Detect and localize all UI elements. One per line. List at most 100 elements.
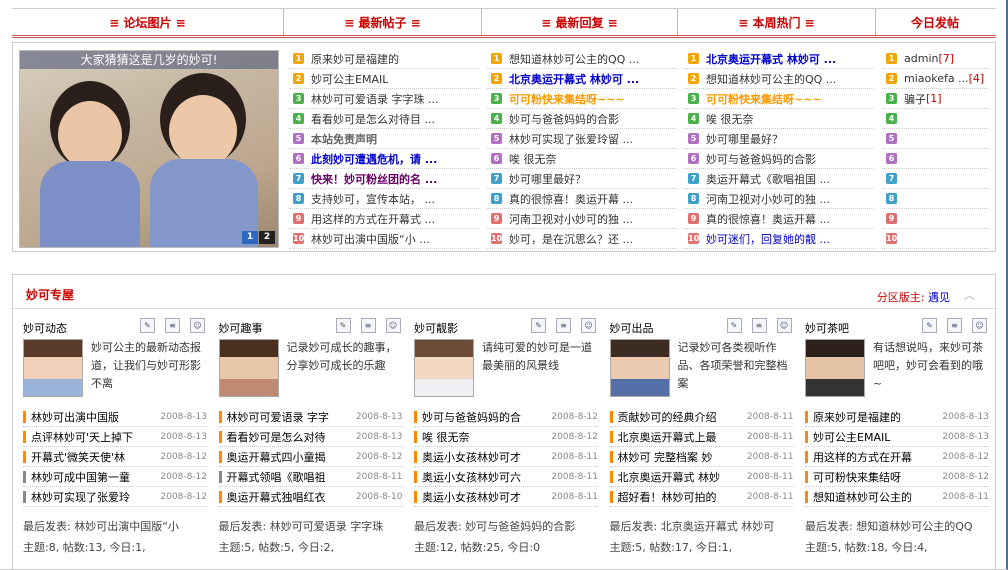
list-item-title[interactable]: 真的很惊喜！奥运开幕 ... [706,211,830,227]
list-item[interactable]: 7 快来！妙可粉丝团的名 ... [289,169,479,189]
list-item-title[interactable]: 唉 很无奈 [509,151,557,167]
thread-title[interactable]: 奥运小女孩林妙可六 [422,469,547,485]
thread-title[interactable]: 妙可公主EMAIL [813,429,938,445]
list-item-title[interactable]: 支持妙可，宣传本站， ... [311,191,435,207]
forum-thumbnail[interactable] [805,339,865,397]
tab-latest-posts[interactable]: ≡ 最新帖子 ≡ [284,9,482,35]
list-item[interactable]: 9 河南卫视对小妙可的独 ... [487,209,677,229]
list-item-title[interactable]: 妙可与爸爸妈妈的合影 [706,151,816,167]
thread-row[interactable]: 开幕式领唱《歌唱祖 2008-8-11 [218,467,403,487]
thread-title[interactable]: 奥运开幕式独唱红衣 [227,489,352,505]
thread-title[interactable]: 林妙可成中国第一童 [31,469,156,485]
forum-name[interactable]: 妙可动态 [23,320,67,336]
list-item-title[interactable]: 想知道林妙可公主的QQ ... [509,51,639,67]
thread-row[interactable]: 唉 很无奈 2008-8-12 [414,427,598,447]
thread-title[interactable]: 林妙可可爱语录 字字 [227,409,352,425]
thread-row[interactable]: 可可粉快来集结呀 2008-8-12 [805,467,989,487]
list-item[interactable]: 9 真的很惊喜！奥运开幕 ... [684,209,874,229]
pager-button-2[interactable]: 2 [259,231,275,244]
thread-row[interactable]: 贡献妙可的经典介绍 2008-8-11 [609,407,794,427]
thread-title[interactable]: 开幕式领唱《歌唱祖 [227,469,352,485]
list-item[interactable]: 1 北京奥运开幕式 林妙可 ... [684,49,874,69]
list-item-title[interactable]: 真的很惊喜！奥运开幕 ... [509,191,633,207]
rss-icon[interactable]: ≡ [360,318,376,333]
list-item[interactable]: 4 妙可与爸爸妈妈的合影 [487,109,677,129]
thread-title[interactable]: 超好看！林妙可拍的 [618,489,743,505]
thread-title[interactable]: 用这样的方式在开幕 [813,449,938,465]
list-item-title[interactable]: 看看妙可是怎么对待目 ... [311,111,435,127]
user-icon[interactable]: ☺ [972,318,987,333]
list-item-title[interactable]: 想知道林妙可公主的QQ ... [706,71,836,87]
list-item[interactable]: 9 用这样的方式在开幕式 ... [289,209,479,229]
list-item[interactable]: 10 林妙可出演中国版“小 ... [289,229,479,249]
forum-name[interactable]: 妙可趣事 [219,320,263,336]
forum-thumbnail[interactable] [23,339,83,397]
user-icon[interactable]: ☺ [776,318,792,333]
list-item[interactable]: 3 林妙可可爱语录 字字珠 ... [289,89,479,109]
list-item[interactable]: 6 妙可与爸爸妈妈的合影 [684,149,874,169]
list-item-title[interactable]: 用这样的方式在开幕式 ... [311,211,435,227]
chevron-up-icon[interactable]: ︿ [964,287,975,303]
user-icon[interactable]: ☺ [581,318,596,333]
thread-row[interactable]: 看看妙可是怎么对待 2008-8-13 [218,427,403,447]
thread-title[interactable]: 开幕式'微笑天使'林 [31,449,156,465]
list-item[interactable]: 7 妙可哪里最好？ [487,169,677,189]
user-icon[interactable]: ☺ [190,318,205,333]
forum-thumbnail[interactable] [609,339,670,397]
forum-name[interactable]: 妙可出品 [610,320,654,336]
list-item-title[interactable]: 林妙可出演中国版“小 ... [311,231,430,247]
forum-name[interactable]: 妙可靓影 [414,320,458,336]
thread-row[interactable]: 林妙可实现了张爱玲 2008-8-12 [23,487,207,507]
thread-row[interactable]: 北京奥运开幕式上最 2008-8-11 [609,427,794,447]
thread-title[interactable]: 奥运开幕式四小童揭 [227,449,352,465]
poster-name[interactable]: miaokefa ... [904,72,969,85]
thread-title[interactable]: 林妙可出演中国版 [31,409,156,425]
list-item-title[interactable]: 妙可哪里最好？ [509,171,586,187]
thread-title[interactable]: 看看妙可是怎么对待 [227,429,352,445]
thread-title[interactable]: 贡献妙可的经典介绍 [618,409,743,425]
list-item[interactable]: 1 想知道林妙可公主的QQ ... [487,49,677,69]
thread-row[interactable]: 林妙可出演中国版 2008-8-13 [23,407,207,427]
list-item[interactable]: 10 妙可，是在沉思么？还 ... [487,229,677,249]
forum-last-post[interactable]: 最后发表: 妙可与爸爸妈妈的合影 [414,518,598,534]
list-item-title[interactable]: 唉 很无奈 [706,111,754,127]
list-item-title[interactable]: 快来！妙可粉丝团的名 ... [311,171,437,187]
thread-row[interactable]: 想知道林妙可公主的 2008-8-11 [805,487,989,507]
list-item[interactable]: 2 想知道林妙可公主的QQ ... [684,69,874,89]
list-item[interactable]: 4 看看妙可是怎么对待目 ... [289,109,479,129]
thread-title[interactable]: 妙可与爸爸妈妈的合 [422,409,547,425]
thread-title[interactable]: 唉 很无奈 [422,429,547,445]
list-item[interactable]: 6 唉 很无奈 [487,149,677,169]
list-item[interactable]: 2 北京奥运开幕式 林妙可 ... [487,69,677,89]
poster-name[interactable]: admin [904,52,938,65]
rss-icon[interactable]: ≡ [556,318,571,333]
tab-latest-replies[interactable]: ≡ 最新回复 ≡ [482,9,678,35]
thread-title[interactable]: 奥运小女孩林妙可才 [422,489,547,505]
list-item-title[interactable]: 河南卫视对小妙可的独 ... [706,191,830,207]
list-item-title[interactable]: 本站免责声明 [311,131,377,147]
thread-title[interactable]: 北京奥运开幕式 林妙 [618,469,743,485]
list-item[interactable]: 6 此刻妙可遭遇危机，请 ... [289,149,479,169]
list-item-title[interactable]: 河南卫视对小妙可的独 ... [509,211,633,227]
list-item-title[interactable]: 妙可哪里最好？ [706,131,783,147]
forum-last-post[interactable]: 最后发表: 林妙可出演中国版“小 [23,518,207,534]
list-item-title[interactable]: 妙可迷们，回复她的靓 ... [706,231,830,247]
forum-thumbnail[interactable] [414,339,474,397]
thread-row[interactable]: 林妙可成中国第一童 2008-8-12 [23,467,207,487]
list-item-title[interactable]: 林妙可实现了张爱玲留 ... [509,131,633,147]
featured-photo[interactable]: 大家猜猜这是几岁的妙可! 1 2 [19,50,279,248]
list-item[interactable]: 2 妙可公主EMAIL [289,69,479,89]
list-item-title[interactable]: 奥运开幕式《歌唱祖国 ... [706,171,830,187]
thread-title[interactable]: 北京奥运开幕式上最 [618,429,743,445]
thread-row[interactable]: 原来妙可是福建的 2008-8-13 [805,407,989,427]
forum-last-post[interactable]: 最后发表: 林妙可可爱语录 字字珠 [219,518,403,534]
rss-icon[interactable]: ≡ [947,318,962,333]
thread-title[interactable]: 林妙可实现了张爱玲 [31,489,156,505]
moderator-link[interactable]: 遇见 [928,291,950,304]
list-item-title[interactable]: 妙可，是在沉思么？还 ... [509,231,633,247]
thread-row[interactable]: 超好看！林妙可拍的 2008-8-11 [609,487,794,507]
thread-title[interactable]: 可可粉快来集结呀 [813,469,938,485]
list-item[interactable]: 10 妙可迷们，回复她的靓 ... [684,229,874,249]
thread-row[interactable]: 妙可公主EMAIL 2008-8-13 [805,427,989,447]
list-item-title[interactable]: 可可粉快来集结呀~~~ [706,91,822,107]
